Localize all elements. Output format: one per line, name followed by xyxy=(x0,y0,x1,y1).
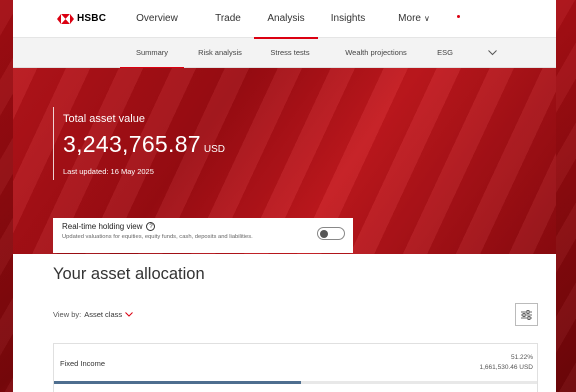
realtime-toggle[interactable] xyxy=(317,227,345,240)
allocation-row[interactable]: Fixed Income 51.22% 1,661,530.46 USD xyxy=(53,343,538,392)
nav-overview[interactable]: Overview xyxy=(112,0,202,38)
main-nav: Overview Trade Analysis Insights More ∨ xyxy=(117,0,460,39)
allocation-title: Your asset allocation xyxy=(53,265,205,283)
total-asset-amount: 3,243,765.87 xyxy=(63,131,201,157)
total-asset-block: Total asset value 3,243,765.87 USD Last u… xyxy=(53,107,225,180)
portfolio-hero: Total asset value 3,243,765.87 USD Last u… xyxy=(13,68,556,254)
allocation-bar-fill xyxy=(54,381,302,384)
last-updated: Last updated: 16 May 2025 xyxy=(63,167,154,176)
asset-class-amount: 1,661,530.46 USD xyxy=(479,364,533,371)
tab-wealth-projections[interactable]: Wealth projections xyxy=(324,38,428,68)
nav-more[interactable]: More ∨ xyxy=(378,0,460,38)
subnav-expand-button[interactable] xyxy=(462,38,522,68)
sliders-icon xyxy=(521,309,532,320)
toggle-knob xyxy=(320,230,328,238)
filter-button[interactable] xyxy=(515,303,538,326)
top-nav: HSBC Overview Trade Analysis Insights Mo… xyxy=(13,0,556,39)
tab-risk-analysis[interactable]: Risk analysis xyxy=(184,38,256,68)
currency-code: USD xyxy=(203,144,226,155)
tab-summary[interactable]: Summary xyxy=(120,38,184,69)
realtime-title: Real-time holding view xyxy=(62,222,143,231)
nav-more-label: More xyxy=(398,13,421,24)
notification-dot xyxy=(457,14,460,18)
hexagon-logo-icon xyxy=(57,13,74,24)
view-by-selector[interactable]: View by: Asset class xyxy=(53,310,134,319)
page: HSBC Overview Trade Analysis Insights Mo… xyxy=(13,0,556,392)
hsbc-logo[interactable]: HSBC xyxy=(57,13,117,24)
realtime-card: Real-time holding view ? Updated valuati… xyxy=(53,218,353,253)
sub-nav: Summary Risk analysis Stress tests Wealt… xyxy=(13,38,556,69)
chevron-down-icon: ∨ xyxy=(423,14,430,23)
realtime-description: Updated valuations for equities, equity … xyxy=(62,234,253,240)
asset-class-label: Fixed Income xyxy=(60,359,106,368)
realtime-title-row: Real-time holding view ? xyxy=(62,222,344,231)
nav-analysis[interactable]: Analysis xyxy=(254,0,318,39)
view-by-value: Asset class xyxy=(84,310,123,319)
asset-class-percent: 51.22% xyxy=(510,354,533,361)
nav-insights[interactable]: Insights xyxy=(318,0,378,38)
chevron-down-icon xyxy=(487,49,497,55)
tab-esg[interactable]: ESG xyxy=(428,38,462,68)
view-by-label: View by: xyxy=(53,310,82,319)
chevron-down-icon xyxy=(125,312,134,317)
total-asset-label: Total asset value xyxy=(63,113,145,125)
total-asset-value: 3,243,765.87 USD xyxy=(63,131,225,158)
help-icon[interactable]: ? xyxy=(146,222,156,231)
tab-stress-tests[interactable]: Stress tests xyxy=(256,38,324,68)
allocation-bar xyxy=(54,381,537,384)
brand-name: HSBC xyxy=(77,13,107,24)
nav-trade[interactable]: Trade xyxy=(202,0,254,38)
